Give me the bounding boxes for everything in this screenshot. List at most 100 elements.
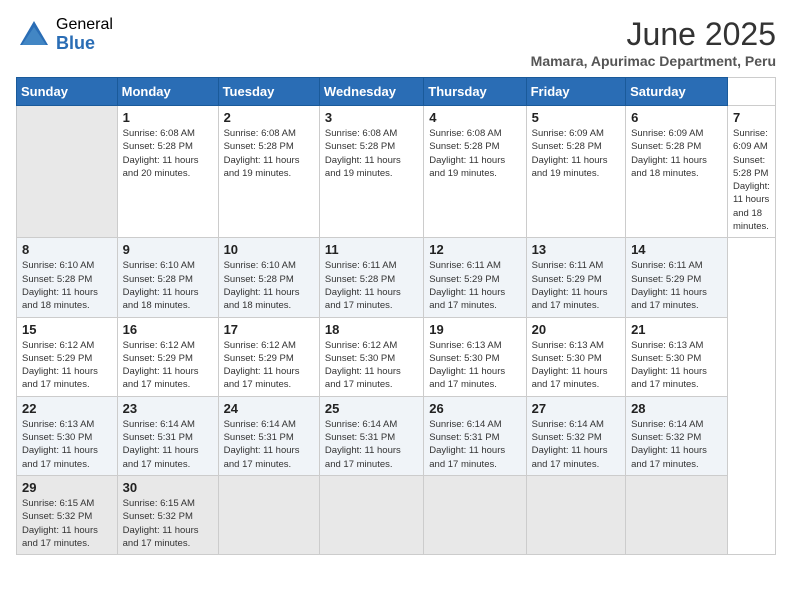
day-info: Sunrise: 6:14 AMSunset: 5:31 PMDaylight:… — [429, 418, 520, 471]
day-number: 28 — [631, 401, 722, 416]
day-number: 7 — [733, 110, 770, 125]
day-number: 30 — [123, 480, 213, 495]
day-info: Sunrise: 6:13 AMSunset: 5:30 PMDaylight:… — [631, 339, 722, 392]
day-number: 27 — [532, 401, 620, 416]
calendar-cell — [319, 475, 423, 554]
calendar-week-row: 15 Sunrise: 6:12 AMSunset: 5:29 PMDayligh… — [17, 317, 776, 396]
day-info: Sunrise: 6:10 AMSunset: 5:28 PMDaylight:… — [224, 259, 314, 312]
page-header: General Blue June 2025 Mamara, Apurimac … — [16, 16, 776, 69]
calendar-cell — [526, 475, 625, 554]
day-info: Sunrise: 6:13 AMSunset: 5:30 PMDaylight:… — [429, 339, 520, 392]
day-info: Sunrise: 6:13 AMSunset: 5:30 PMDaylight:… — [22, 418, 112, 471]
calendar-cell: 18Sunrise: 6:12 AMSunset: 5:30 PMDayligh… — [319, 317, 423, 396]
calendar-cell: 13 Sunrise: 6:11 AMSunset: 5:29 PMDayligh… — [526, 238, 625, 317]
logo-icon — [16, 17, 52, 53]
day-info: Sunrise: 6:08 AMSunset: 5:28 PMDaylight:… — [429, 127, 520, 180]
day-info: Sunrise: 6:12 AMSunset: 5:29 PMDaylight:… — [224, 339, 314, 392]
calendar-week-row: 22 Sunrise: 6:13 AMSunset: 5:30 PMDayligh… — [17, 396, 776, 475]
calendar-header-row: SundayMondayTuesdayWednesdayThursdayFrid… — [17, 78, 776, 106]
day-info: Sunrise: 6:14 AMSunset: 5:31 PMDaylight:… — [224, 418, 314, 471]
calendar-cell: 20Sunrise: 6:13 AMSunset: 5:30 PMDayligh… — [526, 317, 625, 396]
calendar-cell: 8Sunrise: 6:10 AMSunset: 5:28 PMDaylight… — [17, 238, 118, 317]
day-info: Sunrise: 6:10 AMSunset: 5:28 PMDaylight:… — [22, 259, 112, 312]
day-number: 24 — [224, 401, 314, 416]
day-number: 10 — [224, 242, 314, 257]
calendar-header-tuesday: Tuesday — [218, 78, 319, 106]
day-number: 23 — [123, 401, 213, 416]
day-info: Sunrise: 6:08 AMSunset: 5:28 PMDaylight:… — [123, 127, 213, 180]
day-number: 19 — [429, 322, 520, 337]
day-info: Sunrise: 6:15 AMSunset: 5:32 PMDaylight:… — [22, 497, 112, 550]
calendar-header-monday: Monday — [117, 78, 218, 106]
calendar-header-saturday: Saturday — [626, 78, 728, 106]
day-info: Sunrise: 6:12 AMSunset: 5:29 PMDaylight:… — [22, 339, 112, 392]
calendar-cell: 19 Sunrise: 6:13 AMSunset: 5:30 PMDayligh… — [424, 317, 526, 396]
day-number: 16 — [123, 322, 213, 337]
day-number: 1 — [123, 110, 213, 125]
day-info: Sunrise: 6:15 AMSunset: 5:32 PMDaylight:… — [123, 497, 213, 550]
day-info: Sunrise: 6:10 AMSunset: 5:28 PMDaylight:… — [123, 259, 213, 312]
calendar-cell: 22 Sunrise: 6:13 AMSunset: 5:30 PMDayligh… — [17, 396, 118, 475]
calendar-cell: 5Sunrise: 6:09 AMSunset: 5:28 PMDaylight… — [526, 106, 625, 238]
logo-blue: Blue — [56, 34, 113, 54]
day-number: 2 — [224, 110, 314, 125]
calendar-cell: 17 Sunrise: 6:12 AMSunset: 5:29 PMDayligh… — [218, 317, 319, 396]
day-number: 20 — [532, 322, 620, 337]
title-area: June 2025 Mamara, Apurimac Department, P… — [531, 16, 776, 69]
logo: General Blue — [16, 16, 113, 53]
calendar-cell: 30 Sunrise: 6:15 AMSunset: 5:32 PMDayligh… — [117, 475, 218, 554]
day-number: 6 — [631, 110, 722, 125]
calendar-week-row: 29 Sunrise: 6:15 AMSunset: 5:32 PMDayligh… — [17, 475, 776, 554]
day-info: Sunrise: 6:14 AMSunset: 5:32 PMDaylight:… — [631, 418, 722, 471]
day-info: Sunrise: 6:11 AMSunset: 5:28 PMDaylight:… — [325, 259, 418, 312]
day-info: Sunrise: 6:11 AMSunset: 5:29 PMDaylight:… — [631, 259, 722, 312]
calendar-cell — [626, 475, 728, 554]
calendar-cell: 28 Sunrise: 6:14 AMSunset: 5:32 PMDayligh… — [626, 396, 728, 475]
calendar-cell — [424, 475, 526, 554]
day-info: Sunrise: 6:08 AMSunset: 5:28 PMDaylight:… — [224, 127, 314, 180]
calendar-cell: 16Sunrise: 6:12 AMSunset: 5:29 PMDayligh… — [117, 317, 218, 396]
calendar-cell: 12 Sunrise: 6:11 AMSunset: 5:29 PMDayligh… — [424, 238, 526, 317]
day-info: Sunrise: 6:09 AMSunset: 5:28 PMDaylight:… — [631, 127, 722, 180]
calendar-cell: 1 Sunrise: 6:08 AMSunset: 5:28 PMDaylight… — [117, 106, 218, 238]
day-number: 3 — [325, 110, 418, 125]
day-info: Sunrise: 6:11 AMSunset: 5:29 PMDaylight:… — [532, 259, 620, 312]
day-info: Sunrise: 6:14 AMSunset: 5:31 PMDaylight:… — [325, 418, 418, 471]
day-info: Sunrise: 6:11 AMSunset: 5:29 PMDaylight:… — [429, 259, 520, 312]
logo-text: General Blue — [56, 16, 113, 53]
location-title: Mamara, Apurimac Department, Peru — [531, 53, 776, 69]
day-number: 9 — [123, 242, 213, 257]
calendar-header-friday: Friday — [526, 78, 625, 106]
calendar-cell: 10 Sunrise: 6:10 AMSunset: 5:28 PMDayligh… — [218, 238, 319, 317]
day-number: 15 — [22, 322, 112, 337]
day-number: 29 — [22, 480, 112, 495]
calendar-week-row: 8Sunrise: 6:10 AMSunset: 5:28 PMDaylight… — [17, 238, 776, 317]
calendar-header-wednesday: Wednesday — [319, 78, 423, 106]
calendar-week-row: 1 Sunrise: 6:08 AMSunset: 5:28 PMDaylight… — [17, 106, 776, 238]
day-number: 17 — [224, 322, 314, 337]
calendar-cell: 29 Sunrise: 6:15 AMSunset: 5:32 PMDayligh… — [17, 475, 118, 554]
day-number: 21 — [631, 322, 722, 337]
day-info: Sunrise: 6:09 AMSunset: 5:28 PMDaylight:… — [733, 127, 770, 233]
calendar-cell: 7 Sunrise: 6:09 AMSunset: 5:28 PMDaylight… — [727, 106, 775, 238]
day-number: 22 — [22, 401, 112, 416]
calendar-cell: 11Sunrise: 6:11 AMSunset: 5:28 PMDayligh… — [319, 238, 423, 317]
calendar-cell: 26 Sunrise: 6:14 AMSunset: 5:31 PMDayligh… — [424, 396, 526, 475]
calendar-header-thursday: Thursday — [424, 78, 526, 106]
calendar-cell: 27 Sunrise: 6:14 AMSunset: 5:32 PMDayligh… — [526, 396, 625, 475]
day-number: 12 — [429, 242, 520, 257]
day-number: 14 — [631, 242, 722, 257]
calendar-cell: 2 Sunrise: 6:08 AMSunset: 5:28 PMDaylight… — [218, 106, 319, 238]
day-number: 26 — [429, 401, 520, 416]
month-title: June 2025 — [531, 16, 776, 53]
day-info: Sunrise: 6:14 AMSunset: 5:32 PMDaylight:… — [532, 418, 620, 471]
calendar-cell: 4 Sunrise: 6:08 AMSunset: 5:28 PMDaylight… — [424, 106, 526, 238]
day-info: Sunrise: 6:14 AMSunset: 5:31 PMDaylight:… — [123, 418, 213, 471]
calendar-cell: 23 Sunrise: 6:14 AMSunset: 5:31 PMDayligh… — [117, 396, 218, 475]
calendar-cell: 9 Sunrise: 6:10 AMSunset: 5:28 PMDaylight… — [117, 238, 218, 317]
day-number: 13 — [532, 242, 620, 257]
calendar-cell — [218, 475, 319, 554]
calendar-cell: 3 Sunrise: 6:08 AMSunset: 5:28 PMDaylight… — [319, 106, 423, 238]
day-number: 4 — [429, 110, 520, 125]
day-info: Sunrise: 6:08 AMSunset: 5:28 PMDaylight:… — [325, 127, 418, 180]
